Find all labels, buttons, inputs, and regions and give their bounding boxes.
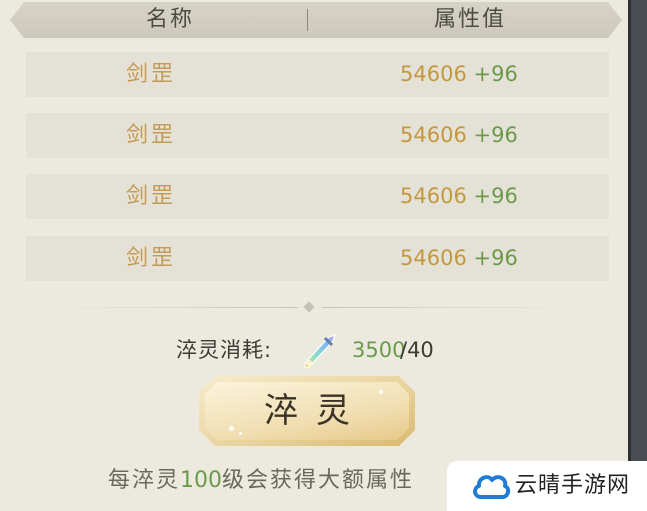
cuiling-hint: 每淬灵100级会获得大额属性	[108, 462, 414, 494]
table-row: 剑罡 54606 +96	[26, 52, 609, 97]
attribute-bonus: +96	[473, 123, 518, 147]
watermark-text: 云晴手游网	[515, 473, 631, 498]
attribute-name: 剑罡	[126, 184, 177, 209]
divider-left	[48, 307, 298, 308]
attribute-base: 54606	[400, 123, 467, 147]
attribute-base: 54606	[400, 62, 467, 86]
header-value: 属性值	[433, 7, 506, 32]
attribute-bonus: +96	[473, 62, 518, 86]
hint-level: 100	[180, 468, 223, 493]
attribute-name: 剑罡	[126, 62, 177, 87]
attribute-bonus: +96	[473, 184, 518, 208]
table-header: 名称 属性值	[10, 2, 622, 38]
window-edge	[628, 0, 647, 511]
cuiling-button[interactable]: 淬灵	[199, 376, 415, 446]
list-fade	[26, 297, 609, 327]
cuiling-panel: 名称 属性值 剑罡 54606 +96 剑罡 54606 +96 剑罡 5460…	[0, 0, 628, 511]
cost-need: /40	[400, 338, 434, 362]
attribute-name: 剑罡	[126, 246, 177, 271]
attribute-value: 54606 +96	[400, 174, 518, 219]
header-separator	[307, 9, 308, 31]
hint-suffix: 级会获得大额属性	[222, 468, 415, 493]
hint-prefix: 每淬灵	[108, 468, 181, 493]
header-name: 名称	[145, 7, 194, 32]
attribute-value: 54606 +96	[400, 113, 518, 158]
cuiling-button-label: 淬灵	[264, 391, 368, 431]
attribute-name: 剑罡	[126, 123, 177, 148]
table-row: 剑罡 54606 +96	[26, 236, 609, 281]
sword-crystal-icon[interactable]	[300, 332, 338, 370]
cloud-logo-icon	[473, 475, 511, 499]
cost-label: 淬灵消耗:	[176, 338, 273, 362]
table-row: 剑罡 54606 +96	[26, 174, 609, 219]
cost-have: 3500	[352, 338, 406, 362]
divider-right	[322, 307, 582, 308]
attribute-value: 54606 +96	[400, 236, 518, 281]
attribute-base: 54606	[400, 246, 467, 270]
table-row: 剑罡 54606 +96	[26, 113, 609, 158]
attribute-value: 54606 +96	[400, 52, 518, 97]
watermark: 云晴手游网	[447, 461, 647, 511]
attribute-base: 54606	[400, 184, 467, 208]
attribute-bonus: +96	[473, 246, 518, 270]
